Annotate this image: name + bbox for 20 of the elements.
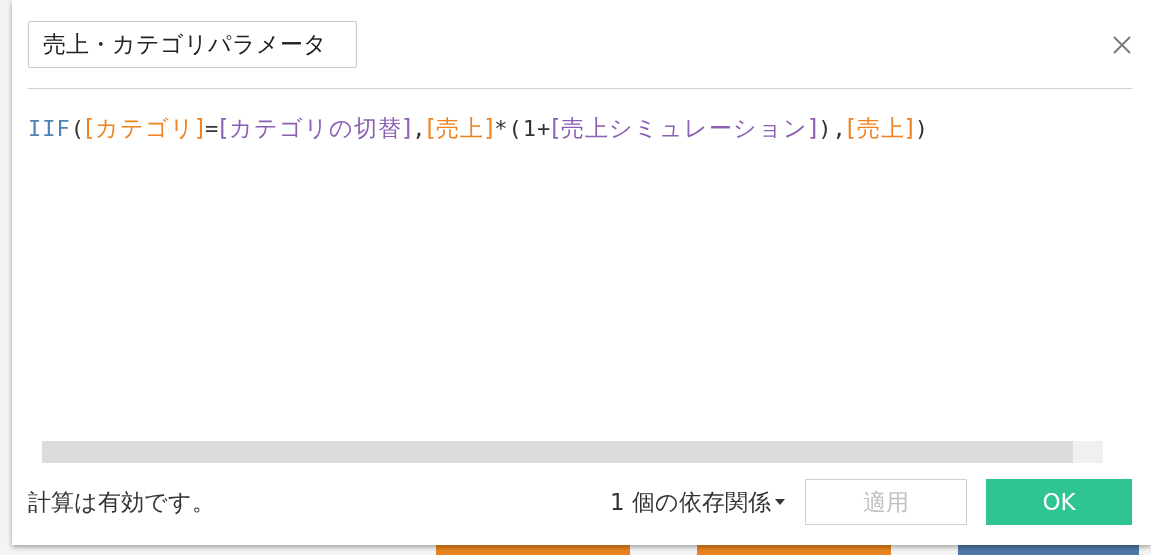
formula-symbol: ) (818, 116, 833, 141)
formula-symbol: = (204, 116, 220, 141)
formula-field: [売上] (426, 113, 495, 144)
formula-parameter: [カテゴリの切替] (219, 114, 413, 143)
caret-icon (775, 499, 785, 505)
formula-parameter: [売上シミュレーション] (551, 114, 819, 143)
formula-symbol: (1+ (508, 116, 552, 141)
status-text: 計算は有効です。 (28, 487, 216, 517)
formula-symbol: * (494, 116, 509, 141)
formula-field: [カテゴリ] (85, 113, 205, 144)
formula-function: IIF (28, 116, 71, 141)
formula-symbol: , (412, 116, 427, 141)
dependencies-dropdown[interactable]: 1 個の依存関係 (610, 486, 785, 518)
close-icon[interactable] (1112, 34, 1132, 55)
name-field[interactable]: 売上・カテゴリパラメータ (28, 21, 357, 68)
horizontal-scrollbar[interactable] (42, 441, 1103, 463)
formula-symbol: , (832, 116, 847, 141)
formula-field: [売上] (846, 113, 915, 144)
formula-symbol: ) (914, 116, 929, 141)
formula-symbol: ( (70, 116, 85, 141)
